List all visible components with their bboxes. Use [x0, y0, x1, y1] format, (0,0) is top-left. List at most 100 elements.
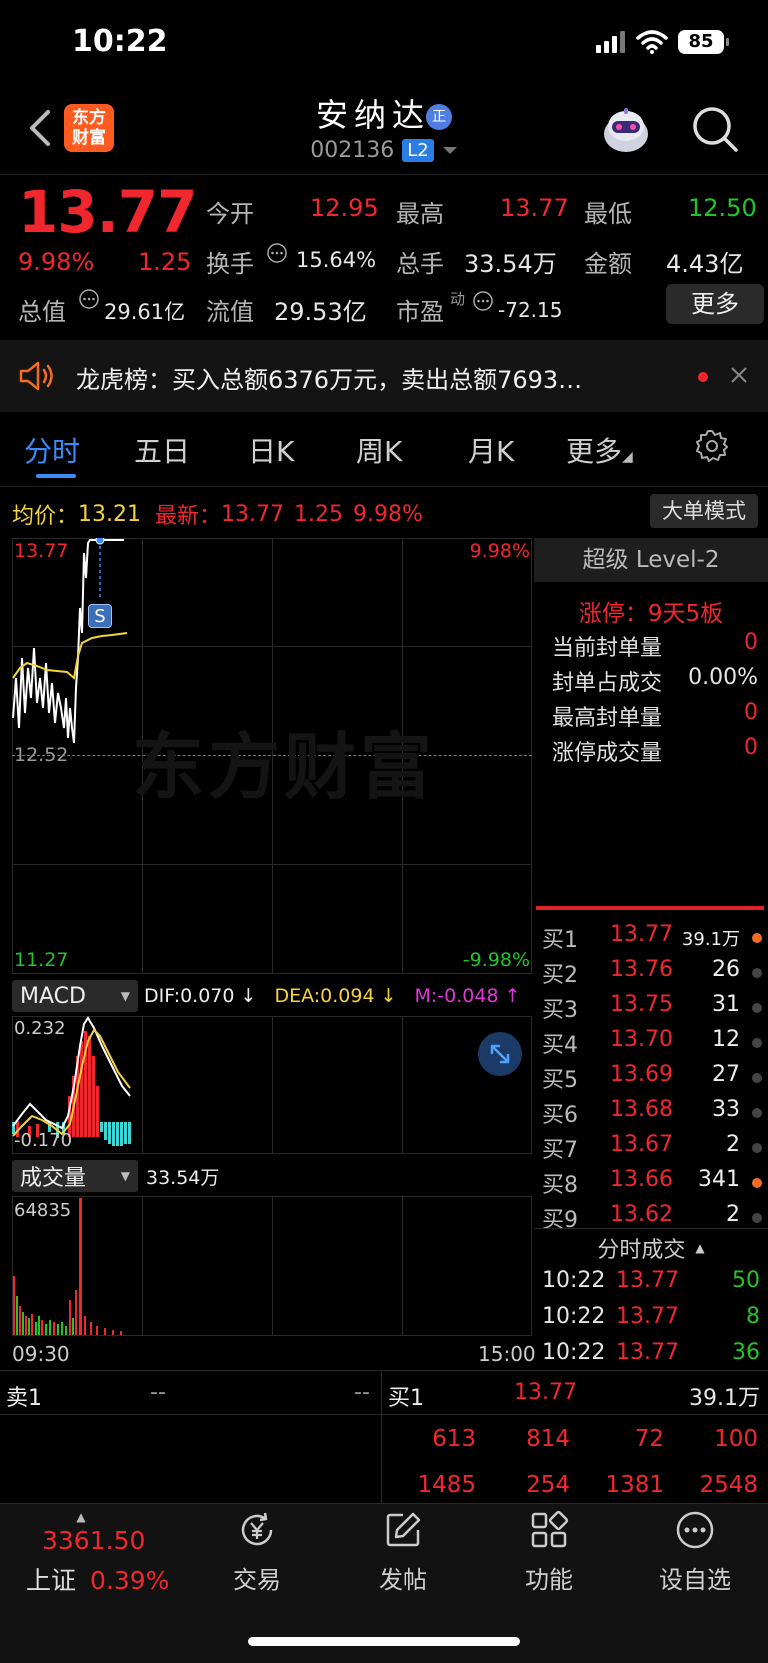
ob-volume: 31	[712, 992, 740, 1017]
index-ticker[interactable]: ▲ 3361.50 上证 0.39%	[14, 1510, 174, 1597]
ob-price: 13.76	[610, 957, 673, 982]
search-icon[interactable]	[690, 104, 740, 154]
notice-bar[interactable]: 龙虎榜：买入总额6376万元，卖出总额7693…	[0, 340, 768, 412]
macd-dea: DEA:0.094 ↓	[274, 985, 397, 1007]
dropdown-arrow-icon	[442, 146, 457, 154]
ob-price: 13.75	[610, 992, 673, 1017]
order-book-row[interactable]: 买8 13.66 341	[542, 1167, 762, 1202]
order-book-row[interactable]: 买1 13.77 39.1万	[542, 922, 762, 957]
nav-post[interactable]: 发帖	[348, 1510, 458, 1595]
index-change-percent: 0.39%	[89, 1566, 170, 1595]
volume-value: 33.54万	[464, 250, 557, 278]
more-quote-button[interactable]: 更多	[666, 284, 764, 324]
ob-label: 买9	[542, 1208, 578, 1233]
buy1-price: 13.77	[514, 1380, 577, 1405]
expand-chart-button[interactable]	[478, 1032, 522, 1076]
divider	[534, 1228, 768, 1229]
nav-add-watchlist-label: 设自选	[659, 1566, 731, 1594]
ob-dot	[752, 1213, 762, 1223]
float-cap-value: 29.53亿	[274, 298, 367, 326]
latest-price-value: 13.77	[221, 501, 284, 527]
stock-code-row[interactable]: 002136 L2	[0, 138, 768, 163]
open-label: 今开	[206, 200, 254, 228]
ob-volume: 39.1万	[681, 929, 740, 950]
low-value: 12.50	[688, 194, 757, 222]
more-info-icon[interactable]	[472, 290, 494, 312]
index-value: 3361.50	[42, 1526, 146, 1555]
volume-chart[interactable]: 64835	[12, 1196, 532, 1336]
macd-header: MACD ▼ DIF:0.070 ↓ DEA:0.094 ↓ M:-0.048 …	[12, 978, 532, 1014]
tick-volume: 36	[732, 1340, 760, 1365]
tab-intraday[interactable]: 分时	[24, 430, 80, 470]
nav-functions[interactable]: 功能	[494, 1510, 604, 1595]
ob-label: 买4	[542, 1033, 578, 1058]
latest-change-percent: 9.98%	[352, 501, 423, 527]
order-book-row[interactable]: 买7 13.67 2	[542, 1132, 762, 1167]
home-indicator	[248, 1637, 520, 1646]
tick-trades-title: 分时成交	[597, 1238, 686, 1263]
wifi-icon	[636, 30, 668, 54]
stock-name[interactable]: 安纳达正	[0, 90, 768, 136]
ob-volume: 2	[726, 1132, 740, 1157]
nav-post-label: 发帖	[379, 1566, 427, 1594]
tab-daily-k[interactable]: 日K	[248, 430, 294, 470]
order-book-top-bar	[536, 906, 764, 910]
grid-apps-icon	[531, 1510, 569, 1548]
nav-add-watchlist[interactable]: 设自选	[640, 1510, 750, 1595]
order-book-row[interactable]: 买6 13.68 33	[542, 1097, 762, 1132]
change-percent: 9.98%	[18, 248, 95, 276]
tick-price: 13.77	[616, 1268, 679, 1293]
dropdown-arrow-icon: ▼	[120, 989, 130, 1003]
ob-label: 买3	[542, 998, 578, 1023]
intraday-chart[interactable]: 东方财富 S 13.77 12.52 11.27 9.98% -9.98%	[12, 538, 532, 974]
tick-trades-header[interactable]: 分时成交 ▲	[534, 1232, 768, 1264]
tab-five-day[interactable]: 五日	[134, 430, 190, 470]
ai-assistant-robot-icon[interactable]	[600, 104, 652, 156]
sell-signal-marker[interactable]: S	[88, 604, 112, 628]
order-book-row[interactable]: 买4 13.70 12	[542, 1027, 762, 1062]
macd-chart[interactable]: 0.232 -0.170	[12, 1016, 532, 1154]
tab-more-label: 更多	[566, 435, 623, 468]
nav-trade-label: 交易	[233, 1566, 281, 1594]
turnover-label: 换手	[206, 250, 254, 278]
tab-weekly-k[interactable]: 周K	[356, 430, 402, 470]
status-time: 10:22	[72, 24, 168, 59]
settings-gear-icon[interactable]	[694, 428, 730, 464]
tab-more[interactable]: 更多◢	[566, 430, 633, 470]
sell1-volume: --	[354, 1380, 370, 1405]
pct-axis-bottom-label: -9.98%	[462, 949, 530, 971]
level2-title[interactable]: 超级 Level-2	[534, 538, 768, 582]
queue-order: 1381	[605, 1472, 664, 1498]
turnover-value: 15.64%	[296, 248, 377, 272]
level2-badge: L2	[402, 139, 434, 162]
tab-monthly-k[interactable]: 月K	[468, 430, 514, 470]
ob-volume: 2	[726, 1202, 740, 1227]
big-order-mode-button[interactable]: 大单模式	[650, 494, 758, 528]
ob-price: 13.77	[610, 922, 673, 947]
ob-volume: 12	[712, 1027, 740, 1052]
ob-volume: 341	[698, 1167, 740, 1192]
macd-selector[interactable]: MACD ▼	[12, 980, 138, 1012]
macd-dif: DIF:0.070 ↓	[144, 985, 257, 1007]
queue-order: 254	[526, 1472, 570, 1498]
unread-dot	[698, 372, 708, 382]
more-info-icon[interactable]	[266, 242, 288, 264]
avg-price-value: 13.21	[78, 501, 141, 527]
level2-row-value: 0	[744, 735, 758, 760]
close-icon[interactable]	[730, 366, 748, 384]
macd-m: M:-0.048 ↑	[414, 985, 521, 1007]
volume-selector[interactable]: 成交量 ▼	[12, 1160, 138, 1192]
queue-order: 2548	[699, 1472, 758, 1498]
nav-trade[interactable]: 交易	[202, 1510, 312, 1595]
order-book-row[interactable]: 买2 13.76 26	[542, 957, 762, 992]
status-icons: 85	[596, 30, 729, 54]
order-book-row[interactable]: 买3 13.75 31	[542, 992, 762, 1027]
ob-dot	[752, 968, 762, 978]
latest-change-value: 1.25	[294, 501, 343, 527]
sell1-price: --	[150, 1380, 166, 1405]
ob-dot	[752, 933, 762, 943]
tick-time: 10:22	[542, 1268, 606, 1293]
more-info-icon[interactable]	[78, 288, 100, 310]
order-book-row[interactable]: 买5 13.69 27	[542, 1062, 762, 1097]
divider	[381, 1370, 382, 1503]
